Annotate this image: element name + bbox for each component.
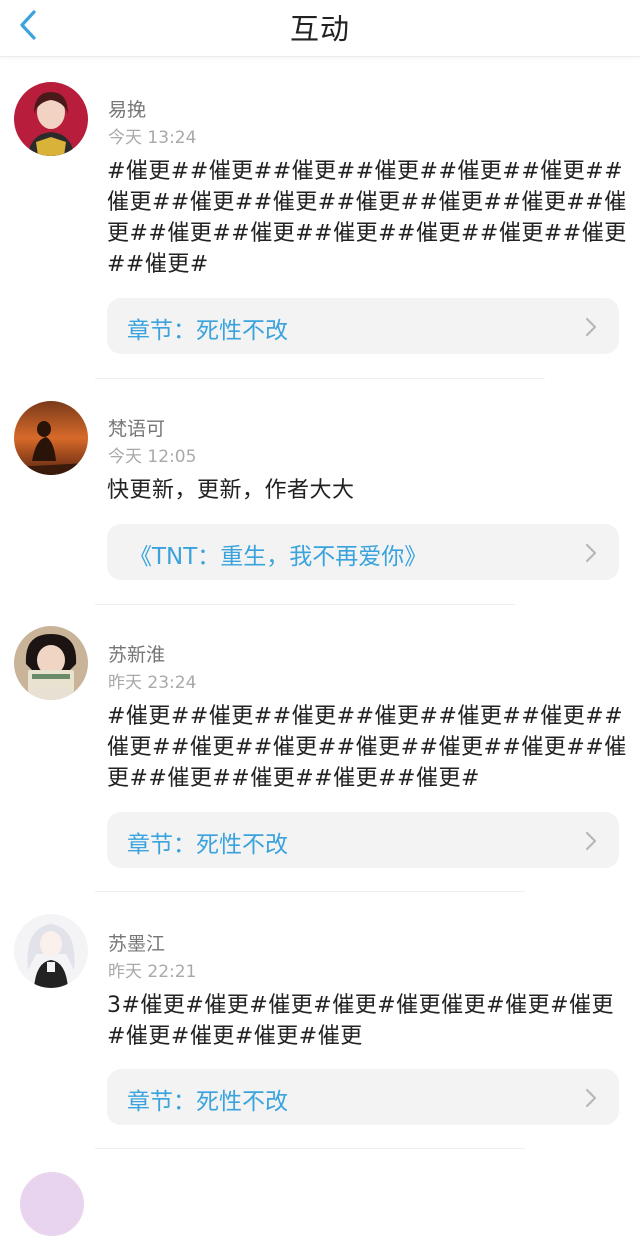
chapter-link-text: 章节：死性不改 <box>127 318 288 344</box>
timestamp: 昨天 22:21 <box>108 962 197 982</box>
comment-text: #催更##催更##催更##催更##催更##催更##催更##催更##催更##催更#… <box>107 159 627 277</box>
avatar[interactable] <box>14 82 88 156</box>
divider <box>95 891 525 892</box>
book-link-text: 《TNT：重生，我不再爱你》 <box>129 544 428 570</box>
chevron-right-icon <box>585 543 597 563</box>
timestamp: 今天 12:05 <box>108 447 197 467</box>
username: 易挽 <box>108 99 147 121</box>
chapter-link-text: 章节：死性不改 <box>127 1089 288 1115</box>
chevron-right-icon <box>585 317 597 337</box>
avatar[interactable] <box>14 401 88 475</box>
username: 苏墨江 <box>108 933 166 955</box>
avatar[interactable] <box>14 626 88 700</box>
username: 梵语可 <box>108 418 166 440</box>
book-link-card[interactable]: 《TNT：重生，我不再爱你》 <box>107 524 619 580</box>
divider <box>95 378 545 379</box>
divider <box>95 1148 525 1149</box>
page-title: 互动 <box>289 12 350 46</box>
avatar[interactable] <box>20 1172 84 1236</box>
comment-text: 快更新，更新，作者大大 <box>107 478 355 503</box>
divider <box>95 604 515 605</box>
top-bar: 互动 <box>0 0 640 57</box>
chevron-right-icon <box>585 1088 597 1108</box>
username: 苏新淮 <box>108 644 166 666</box>
timestamp: 今天 13:24 <box>108 128 197 148</box>
comment-text: 3#催更#催更#催更#催更#催更催更#催更#催更#催更#催更#催更#催更 <box>107 993 615 1049</box>
comment-text: #催更##催更##催更##催更##催更##催更##催更##催更##催更##催更#… <box>107 704 627 791</box>
chapter-link-card[interactable]: 章节：死性不改 <box>107 812 619 868</box>
timestamp: 昨天 23:24 <box>108 673 197 693</box>
avatar[interactable] <box>14 914 88 988</box>
chapter-link-text: 章节：死性不改 <box>127 832 288 858</box>
chapter-link-card[interactable]: 章节：死性不改 <box>107 1069 619 1125</box>
chevron-right-icon <box>585 831 597 851</box>
chapter-link-card[interactable]: 章节：死性不改 <box>107 298 619 354</box>
